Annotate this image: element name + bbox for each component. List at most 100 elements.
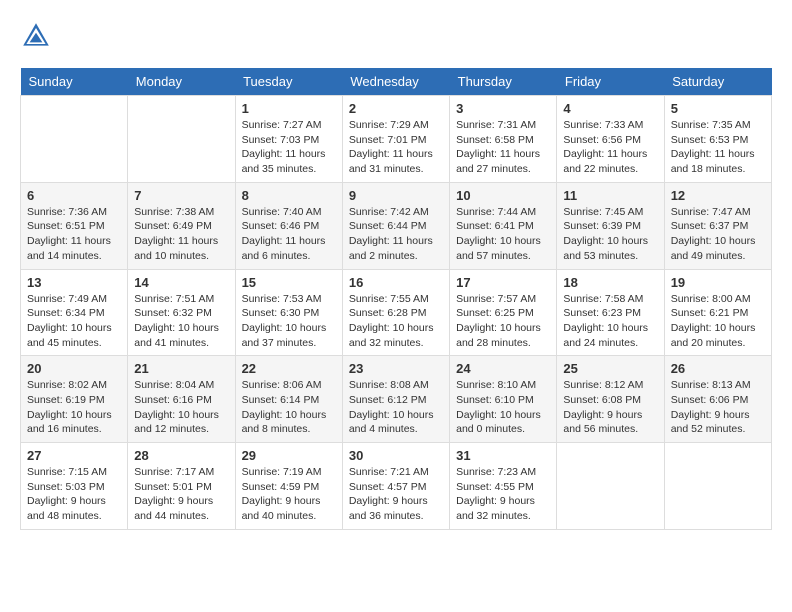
day-info: Sunrise: 7:21 AM Sunset: 4:57 PM Dayligh… — [349, 465, 443, 524]
calendar-cell: 23Sunrise: 8:08 AM Sunset: 6:12 PM Dayli… — [342, 356, 449, 443]
weekday-tuesday: Tuesday — [235, 68, 342, 96]
week-row-4: 20Sunrise: 8:02 AM Sunset: 6:19 PM Dayli… — [21, 356, 772, 443]
day-number: 30 — [349, 448, 443, 463]
day-number: 27 — [27, 448, 121, 463]
day-number: 26 — [671, 361, 765, 376]
calendar-cell: 22 Sunrise: 8:06 AM Sunset: 6:14 PM Dayli… — [235, 356, 342, 443]
day-number: 8 — [242, 188, 336, 203]
day-number: 21 — [134, 361, 228, 376]
day-info: Sunrise: 8:13 AM Sunset: 6:06 PM Dayligh… — [671, 378, 765, 437]
day-info: Sunrise: 7:35 AM Sunset: 6:53 PM Dayligh… — [671, 118, 765, 177]
day-info: Sunrise: 7:44 AM Sunset: 6:41 PM Dayligh… — [456, 205, 550, 264]
day-number: 9 — [349, 188, 443, 203]
calendar-cell: 5Sunrise: 7:35 AM Sunset: 6:53 PM Daylig… — [664, 96, 771, 183]
calendar-cell: 2 Sunrise: 7:29 AM Sunset: 7:01 PM Daylig… — [342, 96, 449, 183]
day-number: 28 — [134, 448, 228, 463]
day-number: 24 — [456, 361, 550, 376]
calendar-cell: 10 Sunrise: 7:44 AM Sunset: 6:41 PM Dayli… — [450, 182, 557, 269]
day-number: 31 — [456, 448, 550, 463]
day-number: 14 — [134, 275, 228, 290]
day-info: Sunrise: 7:38 AM Sunset: 6:49 PM Dayligh… — [134, 205, 228, 264]
weekday-wednesday: Wednesday — [342, 68, 449, 96]
day-number: 15 — [242, 275, 336, 290]
day-number: 17 — [456, 275, 550, 290]
day-number: 6 — [27, 188, 121, 203]
calendar-cell — [128, 96, 235, 183]
day-number: 12 — [671, 188, 765, 203]
day-info: Sunrise: 7:40 AM Sunset: 6:46 PM Dayligh… — [242, 205, 336, 264]
calendar-cell: 8 Sunrise: 7:40 AM Sunset: 6:46 PM Daylig… — [235, 182, 342, 269]
day-number: 25 — [563, 361, 657, 376]
day-number: 3 — [456, 101, 550, 116]
day-info: Sunrise: 7:23 AM Sunset: 4:55 PM Dayligh… — [456, 465, 550, 524]
day-number: 16 — [349, 275, 443, 290]
calendar-cell: 28 Sunrise: 7:17 AM Sunset: 5:01 PM Dayli… — [128, 443, 235, 530]
weekday-friday: Friday — [557, 68, 664, 96]
calendar-cell: 24 Sunrise: 8:10 AM Sunset: 6:10 PM Dayli… — [450, 356, 557, 443]
calendar-cell: 19Sunrise: 8:00 AM Sunset: 6:21 PM Dayli… — [664, 269, 771, 356]
day-info: Sunrise: 7:19 AM Sunset: 4:59 PM Dayligh… — [242, 465, 336, 524]
calendar-cell: 27Sunrise: 7:15 AM Sunset: 5:03 PM Dayli… — [21, 443, 128, 530]
day-info: Sunrise: 8:08 AM Sunset: 6:12 PM Dayligh… — [349, 378, 443, 437]
day-info: Sunrise: 7:31 AM Sunset: 6:58 PM Dayligh… — [456, 118, 550, 177]
calendar-cell: 15Sunrise: 7:53 AM Sunset: 6:30 PM Dayli… — [235, 269, 342, 356]
day-info: Sunrise: 7:42 AM Sunset: 6:44 PM Dayligh… — [349, 205, 443, 264]
calendar-cell: 4 Sunrise: 7:33 AM Sunset: 6:56 PM Daylig… — [557, 96, 664, 183]
calendar-cell: 14 Sunrise: 7:51 AM Sunset: 6:32 PM Dayli… — [128, 269, 235, 356]
day-info: Sunrise: 7:33 AM Sunset: 6:56 PM Dayligh… — [563, 118, 657, 177]
calendar-cell: 11 Sunrise: 7:45 AM Sunset: 6:39 PM Dayli… — [557, 182, 664, 269]
day-number: 18 — [563, 275, 657, 290]
logo-icon — [20, 20, 52, 52]
calendar-cell: 18 Sunrise: 7:58 AM Sunset: 6:23 PM Dayli… — [557, 269, 664, 356]
day-info: Sunrise: 7:45 AM Sunset: 6:39 PM Dayligh… — [563, 205, 657, 264]
day-info: Sunrise: 8:06 AM Sunset: 6:14 PM Dayligh… — [242, 378, 336, 437]
calendar-body: 1Sunrise: 7:27 AM Sunset: 7:03 PM Daylig… — [21, 96, 772, 530]
calendar-cell: 12 Sunrise: 7:47 AM Sunset: 6:37 PM Dayli… — [664, 182, 771, 269]
day-number: 22 — [242, 361, 336, 376]
day-info: Sunrise: 7:55 AM Sunset: 6:28 PM Dayligh… — [349, 292, 443, 351]
calendar-cell: 6 Sunrise: 7:36 AM Sunset: 6:51 PM Daylig… — [21, 182, 128, 269]
calendar-cell: 31 Sunrise: 7:23 AM Sunset: 4:55 PM Dayli… — [450, 443, 557, 530]
calendar-cell: 25 Sunrise: 8:12 AM Sunset: 6:08 PM Dayli… — [557, 356, 664, 443]
logo — [20, 20, 56, 52]
calendar-cell — [557, 443, 664, 530]
weekday-monday: Monday — [128, 68, 235, 96]
calendar-cell: 21 Sunrise: 8:04 AM Sunset: 6:16 PM Dayli… — [128, 356, 235, 443]
weekday-thursday: Thursday — [450, 68, 557, 96]
day-info: Sunrise: 7:58 AM Sunset: 6:23 PM Dayligh… — [563, 292, 657, 351]
calendar-cell: 29 Sunrise: 7:19 AM Sunset: 4:59 PM Dayli… — [235, 443, 342, 530]
day-number: 29 — [242, 448, 336, 463]
week-row-2: 6 Sunrise: 7:36 AM Sunset: 6:51 PM Daylig… — [21, 182, 772, 269]
day-info: Sunrise: 8:10 AM Sunset: 6:10 PM Dayligh… — [456, 378, 550, 437]
day-info: Sunrise: 7:47 AM Sunset: 6:37 PM Dayligh… — [671, 205, 765, 264]
calendar-cell: 30 Sunrise: 7:21 AM Sunset: 4:57 PM Dayli… — [342, 443, 449, 530]
day-info: Sunrise: 7:36 AM Sunset: 6:51 PM Dayligh… — [27, 205, 121, 264]
day-number: 10 — [456, 188, 550, 203]
calendar-cell: 1Sunrise: 7:27 AM Sunset: 7:03 PM Daylig… — [235, 96, 342, 183]
calendar-table: SundayMondayTuesdayWednesdayThursdayFrid… — [20, 68, 772, 530]
day-number: 2 — [349, 101, 443, 116]
day-info: Sunrise: 8:04 AM Sunset: 6:16 PM Dayligh… — [134, 378, 228, 437]
page-header — [20, 20, 772, 52]
calendar-header: SundayMondayTuesdayWednesdayThursdayFrid… — [21, 68, 772, 96]
day-info: Sunrise: 7:17 AM Sunset: 5:01 PM Dayligh… — [134, 465, 228, 524]
calendar-cell: 20Sunrise: 8:02 AM Sunset: 6:19 PM Dayli… — [21, 356, 128, 443]
weekday-row: SundayMondayTuesdayWednesdayThursdayFrid… — [21, 68, 772, 96]
day-number: 4 — [563, 101, 657, 116]
calendar-cell: 7Sunrise: 7:38 AM Sunset: 6:49 PM Daylig… — [128, 182, 235, 269]
calendar-cell: 3 Sunrise: 7:31 AM Sunset: 6:58 PM Daylig… — [450, 96, 557, 183]
calendar-cell — [664, 443, 771, 530]
week-row-3: 13Sunrise: 7:49 AM Sunset: 6:34 PM Dayli… — [21, 269, 772, 356]
day-info: Sunrise: 7:51 AM Sunset: 6:32 PM Dayligh… — [134, 292, 228, 351]
day-info: Sunrise: 7:29 AM Sunset: 7:01 PM Dayligh… — [349, 118, 443, 177]
day-info: Sunrise: 7:27 AM Sunset: 7:03 PM Dayligh… — [242, 118, 336, 177]
calendar-cell: 16 Sunrise: 7:55 AM Sunset: 6:28 PM Dayli… — [342, 269, 449, 356]
day-number: 19 — [671, 275, 765, 290]
calendar-cell: 13Sunrise: 7:49 AM Sunset: 6:34 PM Dayli… — [21, 269, 128, 356]
day-info: Sunrise: 8:12 AM Sunset: 6:08 PM Dayligh… — [563, 378, 657, 437]
day-number: 11 — [563, 188, 657, 203]
calendar-cell — [21, 96, 128, 183]
day-info: Sunrise: 8:02 AM Sunset: 6:19 PM Dayligh… — [27, 378, 121, 437]
week-row-5: 27Sunrise: 7:15 AM Sunset: 5:03 PM Dayli… — [21, 443, 772, 530]
day-info: Sunrise: 7:49 AM Sunset: 6:34 PM Dayligh… — [27, 292, 121, 351]
